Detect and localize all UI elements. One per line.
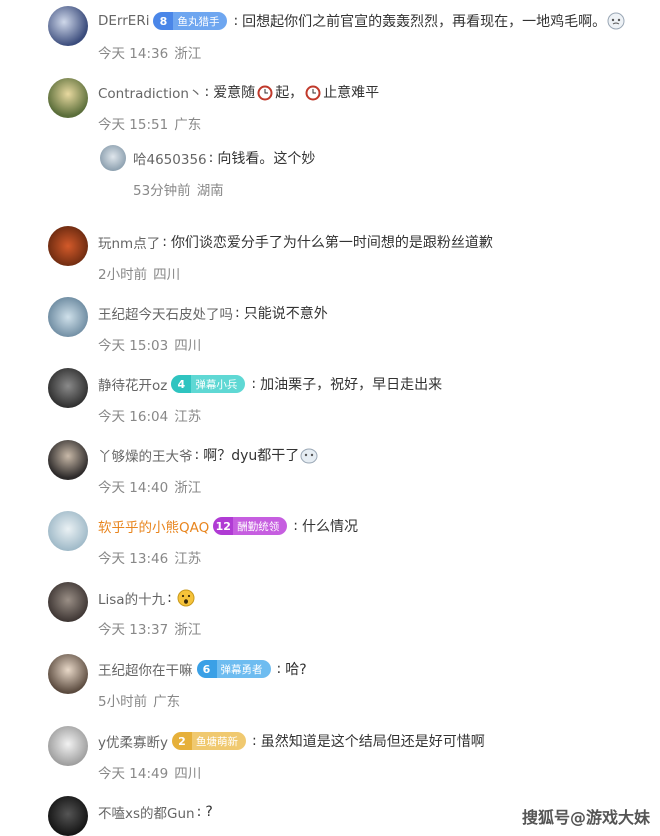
avatar[interactable] bbox=[48, 582, 88, 622]
avatar[interactable] bbox=[48, 654, 88, 694]
comment-meta: 今天 16:04 江苏 bbox=[98, 409, 202, 425]
comment-meta: 今天 13:37 浙江 bbox=[98, 622, 202, 638]
comment-text: 哈? bbox=[285, 662, 307, 678]
username[interactable]: 不嗑xs的都Gun bbox=[98, 802, 195, 822]
watermark: 搜狐号@游戏大妹 bbox=[522, 808, 651, 827]
username[interactable]: 玩nm点了 bbox=[98, 232, 160, 252]
comment-meta: 今天 15:03 四川 bbox=[98, 338, 202, 354]
fan-badge: 12 酬勤统领 bbox=[213, 517, 288, 535]
avatar[interactable] bbox=[48, 6, 88, 46]
comment-text: 回想起你们之前官宣的轰轰烈烈，再看现在，一地鸡毛啊。 bbox=[242, 14, 607, 30]
avatar[interactable] bbox=[48, 726, 88, 766]
fan-badge: 6 弹幕勇者 bbox=[196, 660, 271, 678]
fan-badge: 8 鱼丸猎手 bbox=[153, 12, 228, 30]
username[interactable]: y优柔寡断y bbox=[98, 731, 168, 751]
avatar[interactable] bbox=[48, 226, 88, 266]
avatar[interactable] bbox=[48, 78, 88, 118]
surprised-emoji-icon bbox=[177, 589, 195, 607]
sticker-icon bbox=[300, 446, 318, 464]
alarm-clock-icon bbox=[304, 83, 322, 101]
comment-text-part: 起， bbox=[275, 85, 304, 101]
comment-meta: 今天 15:51 广东 bbox=[98, 117, 202, 133]
comment-text: 你们谈恋爱分手了为什么第一时间想的是跟粉丝道歉 bbox=[170, 235, 493, 251]
username[interactable]: 静待花开oz bbox=[98, 374, 167, 394]
comment-meta: 今天 13:46 江苏 bbox=[98, 551, 202, 567]
avatar[interactable] bbox=[48, 440, 88, 480]
username[interactable]: 软乎乎的小熊QAQ bbox=[98, 516, 209, 536]
comment-meta: 2小时前 四川 bbox=[98, 267, 181, 283]
avatar[interactable] bbox=[48, 796, 88, 836]
comment-text: 什么情况 bbox=[301, 519, 358, 535]
reply-avatar[interactable] bbox=[100, 145, 126, 171]
comment-text: 虽然知道是这个结局但还是好可惜啊 bbox=[260, 734, 485, 750]
avatar[interactable] bbox=[48, 511, 88, 551]
username[interactable]: DErrERi bbox=[98, 13, 149, 29]
comment-text-part: 爱意随 bbox=[213, 85, 256, 101]
avatar[interactable] bbox=[48, 297, 88, 337]
comment-meta: 今天 14:40 浙江 bbox=[98, 480, 202, 496]
comment-meta: 今天 14:36 浙江 bbox=[98, 46, 202, 62]
reply-meta: 53分钟前 湖南 bbox=[133, 183, 224, 199]
alarm-clock-icon bbox=[256, 83, 274, 101]
fan-badge: 4 弹幕小兵 bbox=[171, 375, 246, 393]
username[interactable]: Lisa的十九 bbox=[98, 588, 165, 608]
username[interactable]: 丫够燥的王大爷 bbox=[98, 445, 193, 465]
comment-text-part: 止意难平 bbox=[323, 85, 380, 101]
sticker-icon bbox=[607, 12, 625, 30]
comment-text: 只能说不意外 bbox=[243, 306, 328, 322]
avatar[interactable] bbox=[48, 368, 88, 408]
reply-username[interactable]: 哈4650356 bbox=[133, 148, 207, 168]
comment-text: 啊？dyu都干了 bbox=[203, 448, 300, 464]
comment-meta: 今天 14:49 四川 bbox=[98, 766, 202, 782]
username[interactable]: 王纪超你在干嘛 bbox=[98, 659, 193, 679]
comment-meta: 5小时前 广东 bbox=[98, 694, 181, 710]
fan-badge: 2 鱼塘萌新 bbox=[171, 732, 246, 750]
username[interactable]: Contradiction丶 bbox=[98, 82, 202, 102]
comment-text: ? bbox=[205, 804, 213, 820]
username[interactable]: 王纪超今天石皮处了吗 bbox=[98, 303, 233, 323]
reply-text: 向钱看。这个妙 bbox=[217, 151, 316, 167]
comment-text: 加油栗子，祝好，早日走出来 bbox=[260, 377, 443, 393]
